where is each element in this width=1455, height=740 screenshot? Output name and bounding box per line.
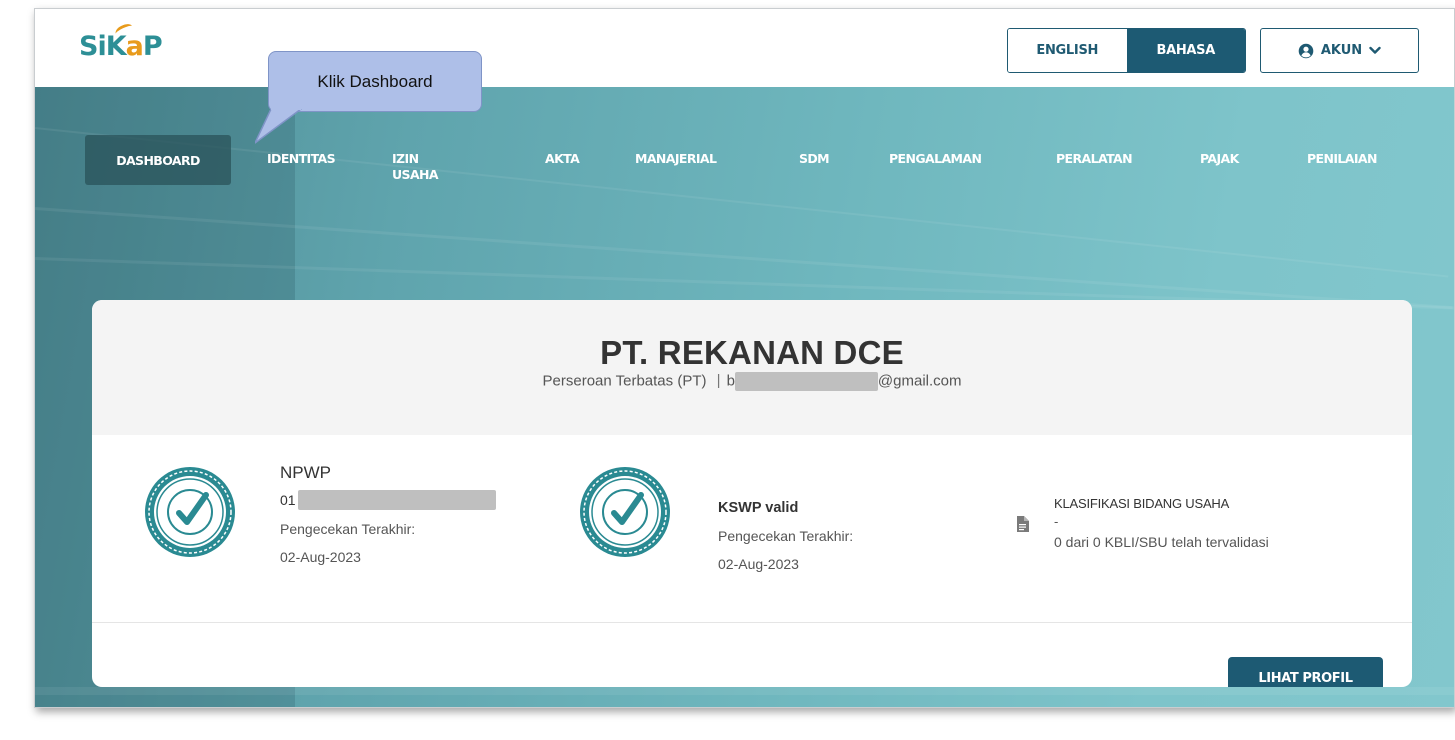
chevron-down-icon <box>1369 46 1381 55</box>
kswp-check-label: Pengecekan Terakhir: <box>718 528 854 544</box>
language-switch: ENGLISH BAHASA <box>1007 28 1246 73</box>
kswp-check-date: 02-Aug-2023 <box>718 556 799 572</box>
npwp-title: NPWP <box>280 463 331 482</box>
nav-item-manajerial[interactable]: MANAJERIAL <box>635 151 717 167</box>
main-nav: DASHBOARD IDENTITAS IZIN USAHA AKTA MANA… <box>35 87 1454 227</box>
redacted-email <box>734 372 878 391</box>
sikap-logo[interactable]: SiKaP <box>79 21 163 62</box>
akun-button[interactable]: AKUN <box>1260 28 1419 73</box>
nav-item-izin-usaha[interactable]: IZIN USAHA <box>392 151 439 183</box>
callout-pointer <box>255 109 302 144</box>
npwp-number-prefix: 01 <box>280 492 296 508</box>
company-type: Perseroan Terbatas (PT) <box>542 372 707 390</box>
hero-background: DASHBOARD IDENTITAS IZIN USAHA AKTA MANA… <box>35 87 1454 707</box>
company-name: PT. REKANAN DCE <box>600 334 904 371</box>
npwp-verified-badge-icon <box>143 465 237 564</box>
card-divider <box>92 622 1412 623</box>
callout-annotation: Klik Dashboard <box>268 51 482 112</box>
bahasa-button[interactable]: BAHASA <box>1126 29 1245 72</box>
email-suffix: @gmail.com <box>877 372 962 390</box>
nav-item-sdm[interactable]: SDM <box>799 151 830 167</box>
klasifikasi-title: KLASIFIKASI BIDANG USAHA <box>1054 496 1230 511</box>
kswp-verified-badge-icon <box>578 465 672 564</box>
english-button[interactable]: ENGLISH <box>1008 29 1127 72</box>
nav-item-peralatan[interactable]: PERALATAN <box>1056 151 1133 167</box>
akun-label: AKUN <box>1320 43 1363 58</box>
lihat-profil-button[interactable]: LIHAT PROFIL <box>1228 657 1383 687</box>
browser-frame: SiKaP ENGLISH BAHASA AKUN DASHBOARD IDEN… <box>34 8 1455 708</box>
document-icon <box>1016 516 1029 537</box>
email-prefix: b <box>726 372 735 390</box>
nav-item-penilaian[interactable]: PENILAIAN <box>1307 151 1377 167</box>
npwp-check-date: 02-Aug-2023 <box>280 549 361 565</box>
separator: | <box>716 372 721 390</box>
company-subtitle: Perseroan Terbatas (PT) | b @gmail.com <box>92 372 1412 391</box>
klasifikasi-value: - <box>1054 514 1059 529</box>
npwp-check-label: Pengecekan Terakhir: <box>280 521 416 537</box>
klasifikasi-info: KLASIFIKASI BIDANG USAHA - 0 dari 0 KBLI… <box>1054 496 1269 550</box>
top-bar: SiKaP ENGLISH BAHASA AKUN <box>35 9 1454 87</box>
user-circle-icon <box>1298 43 1314 59</box>
nav-item-identitas[interactable]: IDENTITAS <box>267 151 336 167</box>
company-card: PT. REKANAN DCE Perseroan Terbatas (PT) … <box>92 300 1412 687</box>
nav-item-dashboard[interactable]: DASHBOARD <box>85 135 231 185</box>
nav-item-akta[interactable]: AKTA <box>545 151 580 167</box>
klasifikasi-status: 0 dari 0 KBLI/SBU telah tervalidasi <box>1054 534 1269 550</box>
redacted-npwp-number <box>297 490 496 510</box>
nav-item-pengalaman[interactable]: PENGALAMAN <box>889 151 982 167</box>
nav-item-pajak[interactable]: PAJAK <box>1200 151 1239 167</box>
kswp-info: KSWP valid Pengecekan Terakhir: 02-Aug-2… <box>718 500 853 572</box>
kswp-title: KSWP valid <box>718 500 799 516</box>
company-header: PT. REKANAN DCE Perseroan Terbatas (PT) … <box>92 300 1412 435</box>
npwp-info: NPWP 01 Pengecekan Terakhir: 02-Aug-2023 <box>280 463 496 565</box>
building-line <box>35 687 1454 695</box>
